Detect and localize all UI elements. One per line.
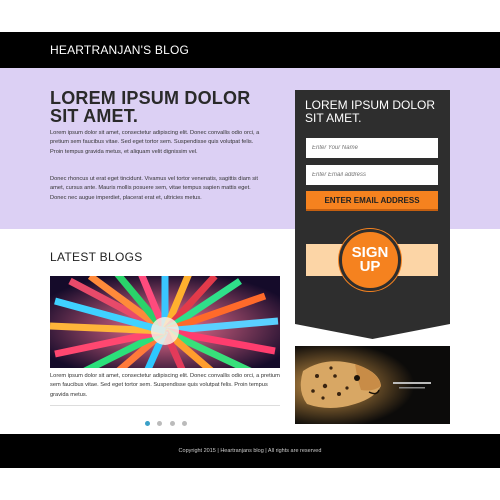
cheetah-face-image: [295, 346, 450, 424]
enter-email-button[interactable]: ENTER EMAIL ADDRESS: [306, 191, 438, 211]
slider-dot-1[interactable]: [145, 421, 150, 426]
site-header: HEARTRANJAN'S BLOG: [0, 32, 500, 68]
hero-paragraph-2: Donec rhoncus ut erat eget tincidunt. Vi…: [50, 176, 258, 201]
cheetah-ad-image[interactable]: [295, 346, 450, 424]
blog-post-excerpt: Lorem ipsum dolor sit amet, consectetur …: [50, 373, 280, 398]
site-brand[interactable]: HEARTRANJAN'S BLOG: [50, 43, 189, 57]
footer-copyright: Copyright 2015 | Heartranjans blog | All…: [178, 448, 322, 454]
slider-dot-4[interactable]: [182, 421, 188, 426]
hero-paragraph-1: Lorem ipsum dolor sit amet, consectetur …: [50, 130, 260, 155]
hero-title: LOREM IPSUM DOLOR SIT AMET.: [50, 88, 251, 126]
site-footer: Copyright 2015 | Heartranjans blog | All…: [0, 434, 500, 468]
blog-featured-image[interactable]: [50, 276, 280, 368]
email-field[interactable]: [306, 165, 438, 185]
abstract-3d-bars-image: [50, 276, 280, 368]
panel-notch-shape: [295, 309, 450, 339]
sign-up-button[interactable]: SIGN UP: [339, 229, 401, 291]
sign-up-line-2: UP: [359, 258, 381, 275]
blog-divider: [50, 405, 280, 406]
slider-dots: [145, 413, 190, 426]
slider-dot-2[interactable]: [157, 421, 163, 426]
name-field[interactable]: [306, 138, 438, 158]
signup-panel: LOREM IPSUM DOLOR SIT AMET. ENTER EMAIL …: [295, 90, 450, 310]
slider-dot-3[interactable]: [169, 421, 175, 426]
latest-blogs-heading: LATEST BLOGS: [50, 250, 143, 264]
signup-panel-title: LOREM IPSUM DOLOR SIT AMET.: [305, 98, 436, 125]
